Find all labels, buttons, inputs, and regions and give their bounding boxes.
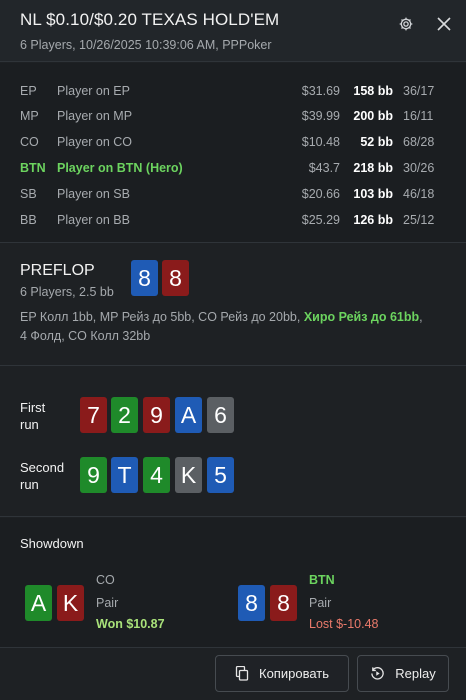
close-icon[interactable] — [434, 14, 454, 34]
board-card: 4 — [143, 457, 170, 493]
preflop-actions: EP Колл 1bb, MP Рейз до 5bb, CO Рейз до … — [20, 308, 440, 346]
footer: Копировать Replay — [0, 649, 466, 700]
showdown-card: A — [25, 585, 52, 621]
player-stack-money: $31.69 — [301, 84, 340, 98]
showdown-title: Showdown — [20, 536, 84, 551]
board-card: T — [111, 457, 138, 493]
board-card: 2 — [111, 397, 138, 433]
street-title: PREFLOP — [20, 262, 95, 279]
player-stack-money: $39.99 — [301, 109, 340, 123]
showdown-card: 8 — [270, 585, 297, 621]
player-position: BTN — [20, 161, 46, 175]
replay-button[interactable]: Replay — [357, 655, 449, 692]
showdown-result: Lost $-10.48 — [309, 617, 379, 631]
runs-section: First run 7 2 9 A 6 Second run 9 T 4 K 5 — [0, 367, 466, 517]
player-stack-bb: 103 bb — [353, 187, 393, 201]
showdown-result: Won $10.87 — [96, 617, 165, 631]
players-table: EP Player on EP $31.69 158 bb 36/17 MP P… — [0, 63, 466, 243]
player-position: BB — [20, 213, 37, 227]
action-text: EP Колл 1bb, MP Рейз до 5bb, CO Рейз до … — [20, 310, 304, 324]
gear-icon[interactable] — [396, 14, 416, 34]
player-stats: 16/11 — [403, 109, 434, 123]
player-stack-bb: 52 bb — [360, 135, 393, 149]
replay-icon — [370, 666, 385, 681]
player-stack-money: $10.48 — [301, 135, 340, 149]
player-position: MP — [20, 109, 39, 123]
hand-info-subtitle: 6 Players, 10/26/2025 10:39:06 AM, PPPok… — [20, 38, 272, 52]
player-stats: 25/12 — [403, 213, 435, 227]
run-label-line: Second — [20, 460, 65, 475]
hero-card: 8 — [162, 260, 189, 296]
player-name: Player on MP — [57, 109, 133, 123]
player-stack-bb: 200 bb — [353, 109, 393, 123]
board-card: 7 — [80, 397, 107, 433]
player-name: Player on SB — [57, 187, 130, 201]
player-stack-bb: 126 bb — [353, 213, 393, 227]
player-position: SB — [20, 187, 37, 201]
player-stack-money: $25.29 — [301, 213, 340, 227]
player-stack-money: $20.66 — [301, 187, 340, 201]
board-card: 9 — [80, 457, 107, 493]
run-label-line: run — [20, 477, 39, 492]
board-card: 6 — [207, 397, 234, 433]
board-card: 9 — [143, 397, 170, 433]
run-label-line: run — [20, 417, 39, 432]
board-card: A — [175, 397, 202, 433]
player-row-ep: EP Player on EP $31.69 158 bb 36/17 — [0, 81, 466, 101]
action-text: 4 Фолд, CO Колл 32bb — [20, 329, 151, 343]
showdown-card: K — [57, 585, 84, 621]
player-stats: 30/26 — [403, 161, 435, 175]
player-stack-money: $43.7 — [308, 161, 340, 175]
player-stack-bb: 218 bb — [353, 161, 393, 175]
hero-card: 8 — [131, 260, 158, 296]
player-position: CO — [20, 135, 39, 149]
run-label-line: First — [20, 400, 46, 415]
player-row-co: CO Player on CO $10.48 52 bb 68/28 — [0, 132, 466, 152]
player-name: Player on EP — [57, 84, 130, 98]
copy-icon — [235, 666, 249, 681]
player-row-sb: SB Player on SB $20.66 103 bb 46/18 — [0, 184, 466, 204]
player-stats: 68/28 — [403, 135, 435, 149]
showdown-card: 8 — [238, 585, 265, 621]
board-card: 5 — [207, 457, 234, 493]
header: NL $0.10/$0.20 TEXAS HOLD'EM 6 Players, … — [0, 0, 466, 62]
preflop-section: PREFLOP 6 Players, 2.5 bb 8 8 EP Колл 1b… — [0, 244, 466, 366]
player-row-bb: BB Player on BB $25.29 126 bb 25/12 — [0, 210, 466, 230]
second-run-label: Second run — [20, 459, 64, 493]
street-subtitle: 6 Players, 2.5 bb — [20, 285, 114, 299]
showdown-hand: Pair — [309, 596, 332, 610]
player-stats: 36/17 — [403, 84, 435, 98]
showdown-position: BTN — [309, 573, 335, 587]
board-card: K — [175, 457, 202, 493]
page-title: NL $0.10/$0.20 TEXAS HOLD'EM — [20, 10, 280, 29]
showdown-section: Showdown A K CO Pair Won $10.87 8 8 BTN … — [0, 518, 466, 648]
player-row-mp: MP Player on MP $39.99 200 bb 16/11 — [0, 106, 466, 126]
showdown-hand: Pair — [96, 596, 119, 610]
copy-button[interactable]: Копировать — [215, 655, 349, 692]
player-name: Player on BB — [57, 213, 130, 227]
hero-action-text: Хиро Рейз до 61bb — [303, 310, 420, 324]
player-stack-bb: 158 bb — [353, 84, 393, 98]
replay-button-label: Replay — [395, 666, 436, 681]
player-name: Player on CO — [57, 135, 133, 149]
copy-button-label: Копировать — [259, 666, 329, 681]
first-run-label: First run — [20, 399, 45, 433]
showdown-position: CO — [96, 573, 115, 587]
action-text: , — [419, 310, 423, 324]
player-name: Player on BTN (Hero) — [57, 161, 183, 175]
player-row-btn-hero: BTN Player on BTN (Hero) $43.7 218 bb 30… — [0, 158, 466, 178]
player-position: EP — [20, 84, 37, 98]
player-stats: 46/18 — [403, 187, 435, 201]
